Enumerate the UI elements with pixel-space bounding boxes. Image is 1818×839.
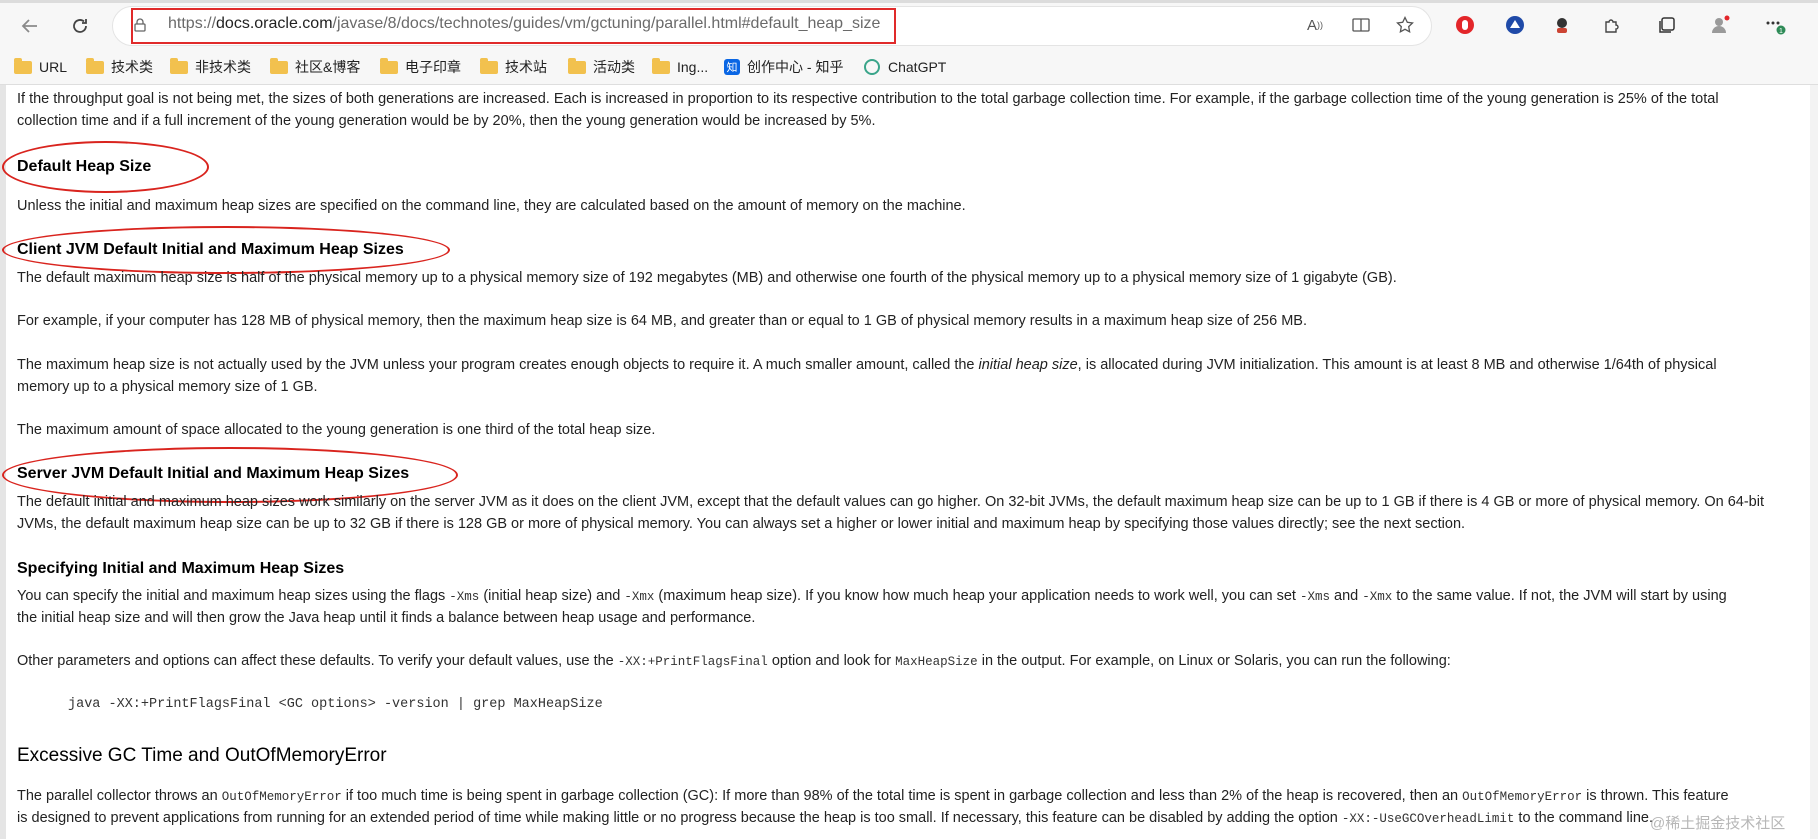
bookmark-label: 活动类 — [593, 59, 635, 75]
paragraph-default-heap: Unless the initial and maximum heap size… — [17, 198, 966, 214]
code-xmx: -Xmx — [1362, 590, 1393, 604]
code-maxheapsize: MaxHeapSize — [895, 655, 978, 669]
code-block: java -XX:+PrintFlagsFinal <GC options> -… — [68, 697, 603, 712]
bookmark-ing[interactable]: Ing... — [652, 57, 709, 76]
text-run: to the command line. — [1514, 810, 1654, 826]
paragraph-client-4: The maximum amount of space allocated to… — [17, 422, 656, 438]
paragraph-specifying-1: You can specify the initial and maximum … — [17, 585, 1727, 608]
browser-toolbar: https://docs.oracle.com/javase/8/docs/te… — [0, 0, 1818, 50]
bookmark-label: Ing... — [677, 59, 709, 75]
text-run: in the output. For example, on Linux or … — [977, 653, 1451, 669]
folder-icon — [568, 57, 586, 74]
text-run: is thrown. This feature — [1582, 788, 1729, 804]
more-menu-icon[interactable]: 1 — [1763, 13, 1787, 37]
bookmarks-bar: URL 技术类 非技术类 社区&博客 电子印章 技术站 活动类 Ing... 知… — [0, 50, 1818, 85]
collections-icon[interactable] — [1655, 13, 1679, 37]
chatgpt-icon — [864, 59, 880, 75]
folder-icon — [86, 57, 104, 74]
paragraph-throughput-2: collection time and if a full increment … — [17, 113, 876, 129]
bookmark-tech-site[interactable]: 技术站 — [480, 57, 547, 76]
extension-red-icon[interactable] — [1453, 13, 1477, 37]
text-run: is designed to prevent applications from… — [17, 810, 1342, 826]
bookmark-url[interactable]: URL — [14, 57, 68, 76]
bookmark-zhihu[interactable]: 知创作中心 - 知乎 — [724, 58, 843, 76]
paragraph-server-2: JVMs, the default maximum heap size can … — [17, 516, 1466, 532]
paragraph-client-1: The default maximum heap size is half of… — [17, 270, 1397, 286]
immersive-reader-icon[interactable] — [1350, 14, 1372, 36]
text-run: You can specify the initial and maximum … — [17, 588, 450, 604]
favorite-star-icon[interactable] — [1394, 14, 1416, 36]
bookmark-e-seal[interactable]: 电子印章 — [380, 57, 461, 76]
folder-icon — [14, 57, 32, 74]
folder-icon — [380, 57, 398, 74]
text-run: if too much time is being spent in garba… — [341, 788, 1463, 804]
text-run: to the same value. If not, the JVM will … — [1392, 588, 1727, 604]
profile-icon[interactable] — [1708, 13, 1732, 37]
zhihu-icon: 知 — [724, 59, 740, 75]
bookmark-community[interactable]: 社区&博客 — [270, 57, 361, 76]
bookmark-label: 非技术类 — [195, 59, 251, 75]
code-usegcoverheadlimit: -XX:-UseGCOverheadLimit — [1341, 812, 1515, 826]
read-aloud-icon[interactable]: A)) — [1304, 14, 1326, 36]
bookmark-non-tech[interactable]: 非技术类 — [170, 57, 251, 76]
bookmark-label: 社区&博客 — [295, 59, 361, 75]
code-xms: -Xms — [449, 590, 480, 604]
bookmark-label: 技术类 — [111, 59, 153, 75]
paragraph-specifying-2: the initial heap size and will then grow… — [17, 610, 756, 626]
code-outofmemoryerror: OutOfMemoryError — [221, 790, 342, 804]
annotation-ellipse — [2, 141, 209, 193]
url-annotation-box — [131, 8, 896, 44]
text-run: The parallel collector throws an — [17, 788, 222, 804]
text-run: The maximum heap size is not actually us… — [17, 357, 979, 373]
scrollbar[interactable] — [1810, 85, 1818, 839]
extension-avatar-icon[interactable] — [1550, 13, 1574, 37]
bookmark-label: URL — [39, 59, 68, 75]
emphasis-initial-heap-size: initial heap size — [978, 357, 1078, 373]
watermark: @稀土掘金技术社区 — [1650, 815, 1786, 832]
bookmark-label: ChatGPT — [888, 59, 947, 75]
code-xmx: -Xmx — [624, 590, 655, 604]
text-run: , is allocated during JVM initialization… — [1077, 357, 1717, 373]
text-run: and — [1329, 588, 1363, 604]
text-run: option and look for — [767, 653, 896, 669]
svg-text:1: 1 — [1779, 28, 1783, 35]
folder-icon — [270, 57, 288, 74]
text-run: (initial heap size) and — [479, 588, 625, 604]
bookmark-label: 技术站 — [505, 59, 547, 75]
paragraph-client-3: The maximum heap size is not actually us… — [17, 354, 1717, 376]
code-printflagsfinal: -XX:+PrintFlagsFinal — [617, 655, 768, 669]
text-run: (maximum heap size). If you know how muc… — [654, 588, 1300, 604]
folder-icon — [170, 57, 188, 74]
paragraph-excessive-2: is designed to prevent applications from… — [17, 807, 1653, 830]
tab-strip-edge — [0, 0, 1818, 3]
bookmark-label: 创作中心 - 知乎 — [747, 59, 844, 75]
extensions-puzzle-icon[interactable] — [1600, 13, 1624, 37]
folder-icon — [652, 57, 670, 74]
extension-blue-icon[interactable] — [1503, 13, 1527, 37]
paragraph-throughput-1: If the throughput goal is not being met,… — [17, 91, 1719, 107]
bookmark-activity[interactable]: 活动类 — [568, 57, 635, 76]
heading-specifying: Specifying Initial and Maximum Heap Size… — [17, 560, 345, 577]
code-outofmemoryerror: OutOfMemoryError — [1462, 790, 1583, 804]
bookmark-chatgpt[interactable]: ChatGPT — [864, 58, 946, 76]
paragraph-client-3-cont: memory up to a physical memory size of 1… — [17, 379, 318, 395]
heading-excessive-gc: Excessive GC Time and OutOfMemoryError — [17, 745, 387, 766]
paragraph-excessive-1: The parallel collector throws an OutOfMe… — [17, 785, 1729, 808]
code-xms: -Xms — [1299, 590, 1330, 604]
refresh-icon[interactable] — [66, 12, 94, 40]
bookmark-label: 电子印章 — [405, 59, 461, 75]
paragraph-other-params: Other parameters and options can affect … — [17, 650, 1451, 673]
paragraph-server-1: The default initial and maximum heap siz… — [17, 494, 1764, 510]
text-run: Other parameters and options can affect … — [17, 653, 618, 669]
paragraph-client-2: For example, if your computer has 128 MB… — [17, 313, 1307, 329]
bookmark-tech[interactable]: 技术类 — [86, 57, 153, 76]
back-arrow-icon[interactable] — [16, 12, 44, 40]
folder-icon — [480, 57, 498, 74]
